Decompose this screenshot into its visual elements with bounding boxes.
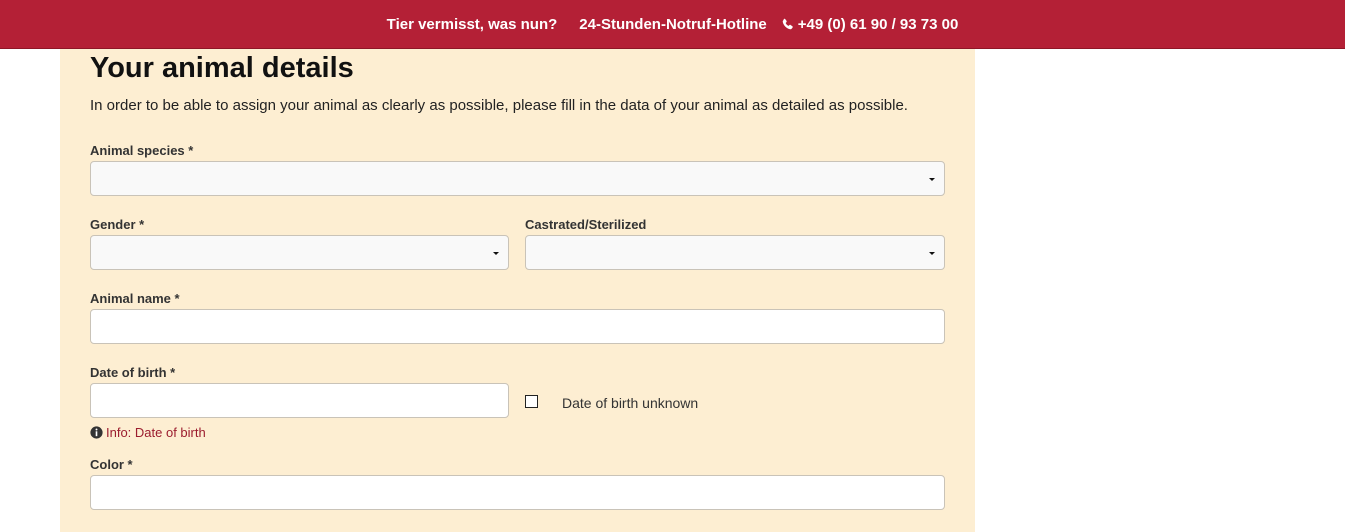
lost-animal-link[interactable]: Tier vermisst, was nun? (387, 16, 558, 33)
caret-down-icon (493, 252, 499, 255)
phone-icon (782, 18, 793, 29)
gender-select[interactable] (90, 235, 509, 270)
dob-unknown-label[interactable]: Date of birth unknown (562, 395, 698, 411)
species-select[interactable] (90, 161, 945, 196)
animal-details-panel: Your animal details In order to be able … (60, 49, 975, 532)
species-label: Animal species * (90, 143, 194, 158)
dob-input[interactable] (90, 383, 509, 418)
dob-label: Date of birth * (90, 365, 176, 380)
caret-down-icon (929, 178, 935, 181)
dob-unknown-checkbox[interactable] (525, 395, 538, 408)
castrated-label: Castrated/Sterilized (525, 217, 647, 232)
animal-name-input[interactable] (90, 309, 945, 344)
castrated-select[interactable] (525, 235, 945, 270)
dob-info-link[interactable]: Info: Date of birth (90, 425, 206, 440)
color-label: Color * (90, 457, 133, 472)
animal-name-label: Animal name * (90, 291, 180, 306)
info-circle-icon (90, 426, 103, 439)
dob-info-text: Info: Date of birth (106, 425, 206, 440)
hotline-label: 24-Stunden-Notruf-Hotline (579, 15, 767, 33)
hotline-phone-link[interactable]: +49 (0) 61 90 / 93 73 00 (781, 15, 959, 33)
intro-text: In order to be able to assign your anima… (90, 97, 908, 114)
gender-label: Gender * (90, 217, 145, 232)
phone-number: +49 (0) 61 90 / 93 73 00 (797, 15, 959, 33)
page-title: Your animal details (90, 52, 354, 84)
top-bar: Tier vermisst, was nun? 24-Stunden-Notru… (0, 0, 1345, 49)
caret-down-icon (929, 252, 935, 255)
color-input[interactable] (90, 475, 945, 510)
